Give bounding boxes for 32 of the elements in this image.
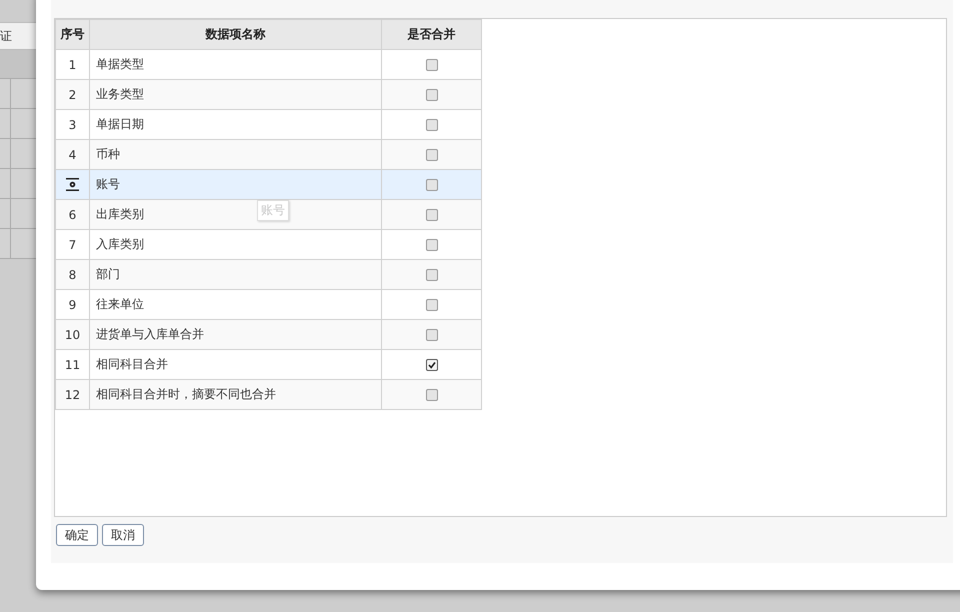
merge-checkbox[interactable] [426,269,438,282]
column-header: 序号 [56,20,90,50]
merge-checkbox[interactable] [426,149,438,162]
index-cell: 10 [56,320,90,350]
merge-checkbox[interactable] [426,389,438,402]
index-cell: 2 [56,80,90,110]
index-cell: 6 [56,200,90,230]
index-cell: 8 [56,260,90,290]
drag-handle-cell[interactable] [56,170,90,200]
merge-checkbox[interactable] [426,329,438,342]
merge-checkbox[interactable] [426,119,438,132]
name-cell: 部门 [90,260,382,290]
merge-checkbox[interactable] [426,209,438,222]
merge-checkbox[interactable] [426,299,438,312]
background-tab[interactable]: 证 [0,28,12,44]
column-header: 数据项名称 [90,20,382,50]
cancel-button[interactable]: 取消 [102,524,144,546]
merge-checkbox[interactable] [426,359,438,372]
name-cell: 业务类型 [90,80,382,110]
index-cell: 12 [56,380,90,410]
name-cell: 账号 [90,170,382,200]
merge-checkbox[interactable] [426,89,438,102]
index-cell: 4 [56,140,90,170]
name-cell: 相同科目合并时，摘要不同也合并 [90,380,382,410]
name-cell: 币种 [90,140,382,170]
column-header: 是否合并 [382,20,482,50]
merge-checkbox[interactable] [426,179,438,192]
name-cell: 进货单与入库单合并 [90,320,382,350]
drag-handle-icon[interactable] [66,178,79,191]
confirm-button[interactable]: 确定 [56,524,98,546]
merge-checkbox[interactable] [426,239,438,252]
merge-checkbox[interactable] [426,59,438,72]
